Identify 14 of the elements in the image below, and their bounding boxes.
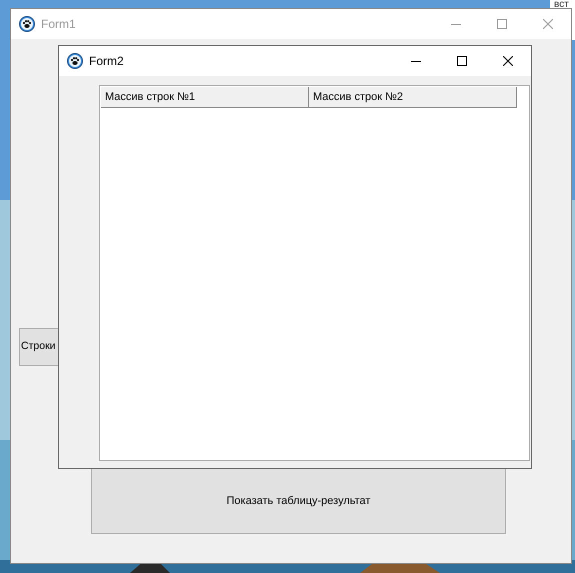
maximize-icon (457, 56, 467, 66)
close-icon (503, 56, 513, 66)
maximize-icon (497, 19, 507, 29)
paw-icon (67, 53, 83, 69)
paw-icon (19, 16, 35, 32)
show-result-button[interactable]: Показать таблицу-результат (91, 469, 506, 534)
window-text: вст (553, 0, 570, 10)
column-header[interactable]: Массив строк №2 (309, 87, 517, 108)
minimize-icon (411, 60, 421, 62)
column-header[interactable]: Массив строк №1 (101, 87, 309, 108)
window-title: Form2 (89, 53, 124, 70)
close-icon (543, 19, 553, 29)
window-title: Form1 (41, 16, 76, 33)
strings-button[interactable]: Строки (19, 328, 58, 366)
